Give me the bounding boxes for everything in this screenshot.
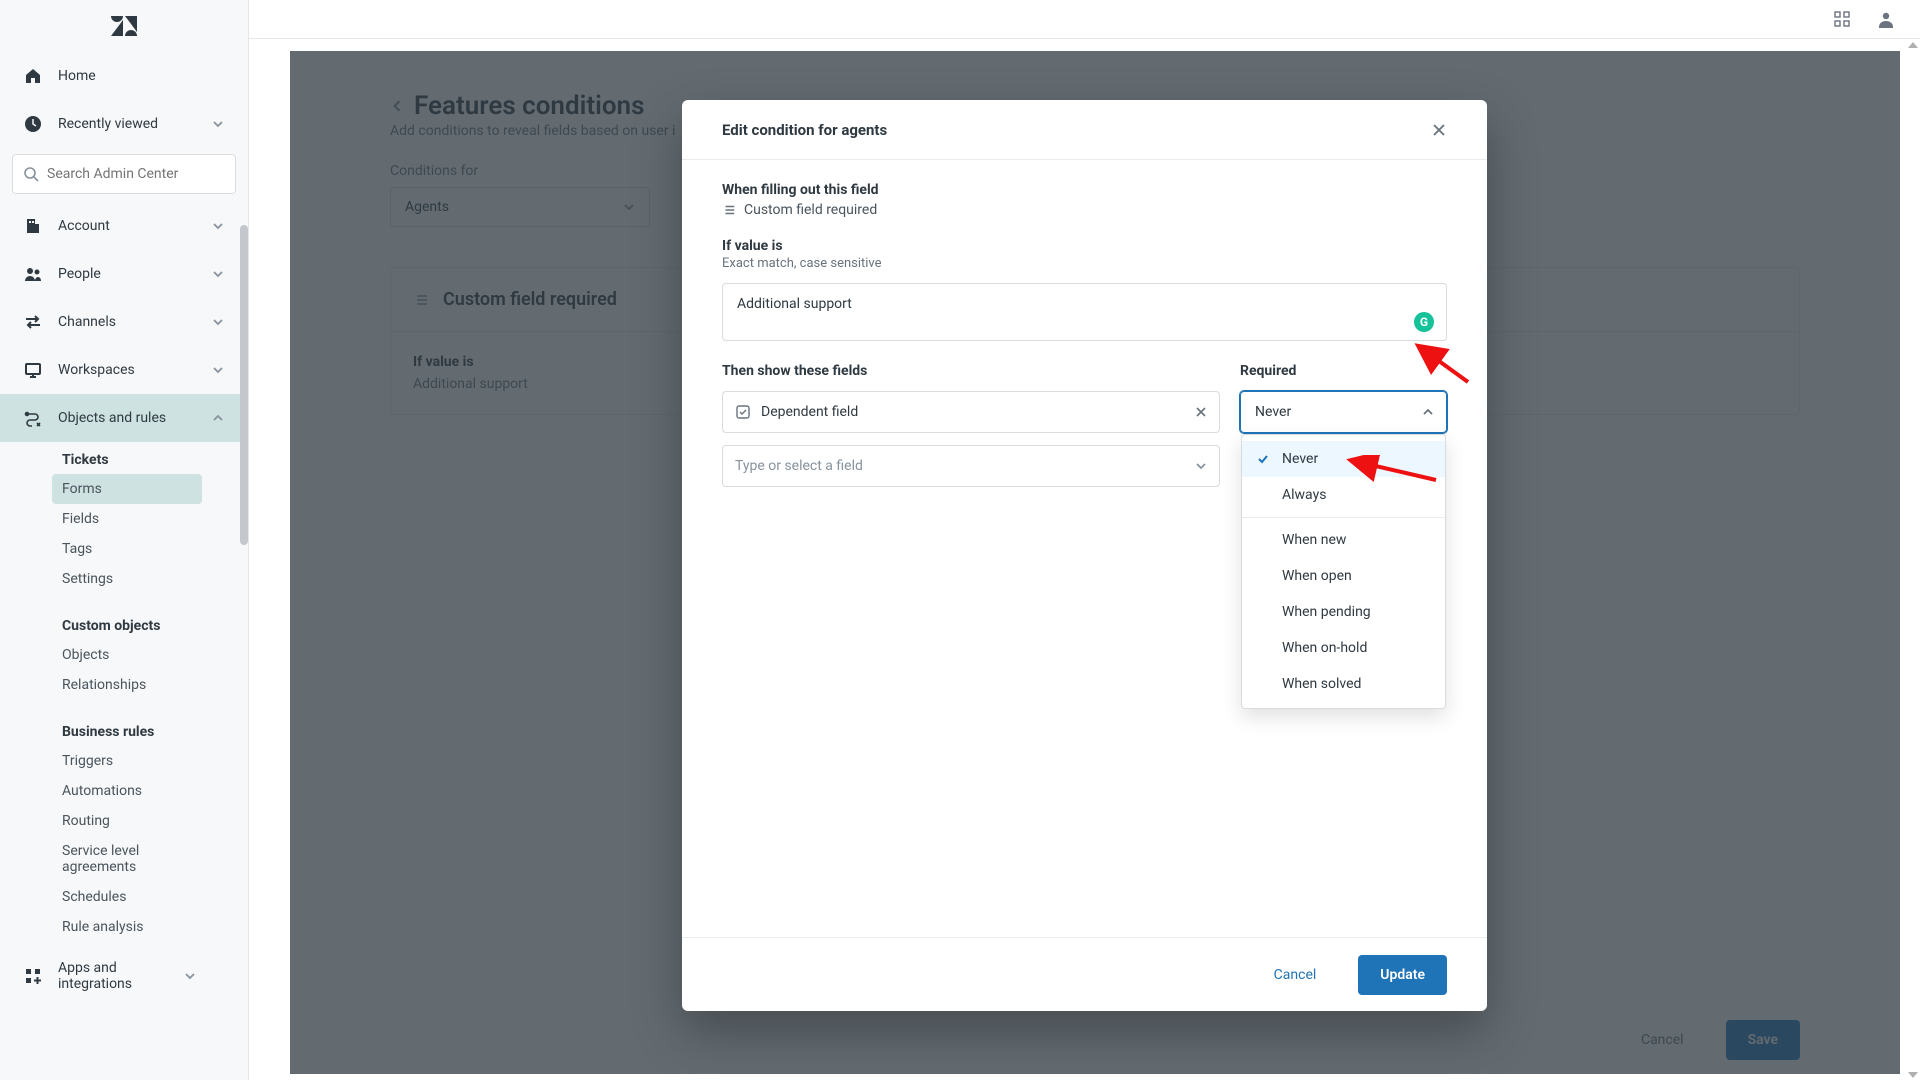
check-icon: [1256, 452, 1270, 466]
sidebar-link-forms[interactable]: Forms: [52, 474, 202, 504]
type-placeholder: Type or select a field: [735, 458, 863, 474]
chevron-down-icon: [212, 118, 224, 130]
sidebar-item-workspaces[interactable]: Workspaces: [0, 346, 248, 394]
if-value-label2: If value is: [722, 238, 1447, 254]
chevron-down-icon: [212, 268, 224, 280]
chevron-down-icon: [212, 364, 224, 376]
apps-icon: [24, 967, 42, 985]
sidebar-objects-label: Objects and rules: [58, 410, 196, 426]
sidebar-item-people[interactable]: People: [0, 250, 248, 298]
zendesk-logo-icon: [0, 0, 248, 52]
annotation-arrow-icon: [1346, 455, 1441, 485]
list-icon: [722, 203, 736, 217]
chevron-up-icon: [212, 412, 224, 424]
sidebar-item-account[interactable]: Account: [0, 202, 248, 250]
sidebar: Home Recently viewed Account People Chan…: [0, 0, 249, 1080]
sidebar-channels-label: Channels: [58, 314, 196, 330]
monitor-icon: [24, 361, 42, 379]
modal-update-button[interactable]: Update: [1358, 955, 1447, 995]
clock-icon: [24, 115, 42, 133]
dd-label: When new: [1282, 532, 1346, 548]
sidebar-link-sla[interactable]: Service level agreements: [62, 836, 182, 882]
scroll-down-icon[interactable]: [1908, 1072, 1918, 1078]
scroll-up-icon[interactable]: [1908, 42, 1918, 48]
sidebar-item-objects[interactable]: Objects and rules: [0, 394, 248, 442]
checkbox-icon: [735, 404, 751, 420]
subgroup-biz-head: Business rules: [62, 714, 248, 746]
if-value-note: Exact match, case sensitive: [722, 256, 1447, 271]
dd-label: Never: [1282, 451, 1318, 467]
chevron-up-icon: [1422, 406, 1434, 418]
when-filling-value: Custom field required: [744, 202, 877, 218]
sidebar-workspaces-label: Workspaces: [58, 362, 196, 378]
dd-label: Always: [1282, 487, 1326, 503]
dropdown-item-when-onhold[interactable]: When on-hold: [1242, 630, 1445, 666]
routes-icon: [24, 409, 42, 427]
close-icon[interactable]: [1431, 122, 1447, 138]
sidebar-link-schedules[interactable]: Schedules: [62, 882, 248, 912]
sidebar-link-settings[interactable]: Settings: [62, 564, 248, 594]
chevron-down-icon: [212, 316, 224, 328]
people-icon: [24, 265, 42, 283]
annotation-arrow-icon: [1413, 342, 1473, 384]
dropdown-item-when-open[interactable]: When open: [1242, 558, 1445, 594]
if-value-input[interactable]: Additional support G: [722, 283, 1447, 341]
sidebar-item-channels[interactable]: Channels: [0, 298, 248, 346]
required-value: Never: [1255, 404, 1291, 420]
sidebar-link-rule-analysis[interactable]: Rule analysis: [62, 912, 248, 942]
sidebar-recent-label: Recently viewed: [58, 116, 196, 132]
when-filling-label: When filling out this field: [722, 182, 1447, 198]
type-or-select-field[interactable]: Type or select a field: [722, 445, 1220, 487]
if-value-text: Additional support: [737, 296, 852, 312]
search-icon: [23, 166, 39, 182]
sidebar-link-fields[interactable]: Fields: [62, 504, 248, 534]
dropdown-item-when-pending[interactable]: When pending: [1242, 594, 1445, 630]
search-field[interactable]: [47, 166, 225, 182]
remove-chip-icon[interactable]: [1195, 406, 1207, 418]
modal-cancel-button[interactable]: Cancel: [1252, 955, 1339, 995]
field-chip[interactable]: Dependent field: [722, 391, 1220, 433]
sidebar-link-tags[interactable]: Tags: [62, 534, 248, 564]
sidebar-apps-label: Apps and integrations: [58, 960, 168, 992]
sidebar-item-recent[interactable]: Recently viewed: [0, 100, 248, 148]
home-icon: [24, 67, 42, 85]
dd-label: When open: [1282, 568, 1352, 584]
sidebar-account-label: Account: [58, 218, 196, 234]
chevron-down-icon: [1195, 460, 1207, 472]
chevron-down-icon: [212, 220, 224, 232]
subgroup-custom-head: Custom objects: [62, 608, 248, 640]
dd-label: When pending: [1282, 604, 1371, 620]
grammarly-icon[interactable]: G: [1414, 312, 1434, 332]
chevron-down-icon: [184, 970, 196, 982]
dd-label: When on-hold: [1282, 640, 1367, 656]
sidebar-people-label: People: [58, 266, 196, 282]
dropdown-separator: [1242, 517, 1445, 518]
sidebar-link-relationships[interactable]: Relationships: [62, 670, 248, 700]
apps-grid-icon[interactable]: [1828, 5, 1856, 33]
sidebar-link-automations[interactable]: Automations: [62, 776, 248, 806]
sidebar-link-routing[interactable]: Routing: [62, 806, 248, 836]
then-show-label: Then show these fields: [722, 363, 1220, 379]
edit-condition-modal: Edit condition for agents When filling o…: [682, 100, 1487, 1011]
user-icon[interactable]: [1872, 5, 1900, 33]
dropdown-item-when-new[interactable]: When new: [1242, 522, 1445, 558]
arrows-icon: [24, 313, 42, 331]
building-icon: [24, 217, 42, 235]
sidebar-scrollbar[interactable]: [240, 225, 248, 545]
subgroup-tickets-head: Tickets: [62, 442, 248, 474]
sidebar-link-objects2[interactable]: Objects: [62, 640, 248, 670]
required-select[interactable]: Never Never Always When new When open: [1240, 391, 1447, 433]
dd-label: When solved: [1282, 676, 1361, 692]
sidebar-home-label: Home: [58, 68, 224, 84]
dropdown-item-when-solved[interactable]: When solved: [1242, 666, 1445, 702]
field-chip-label: Dependent field: [761, 404, 858, 420]
search-input[interactable]: [12, 154, 236, 194]
sidebar-link-triggers[interactable]: Triggers: [62, 746, 248, 776]
sidebar-item-apps[interactable]: Apps and integrations: [0, 952, 248, 1000]
sidebar-item-home[interactable]: Home: [0, 52, 248, 100]
modal-title: Edit condition for agents: [722, 121, 887, 139]
